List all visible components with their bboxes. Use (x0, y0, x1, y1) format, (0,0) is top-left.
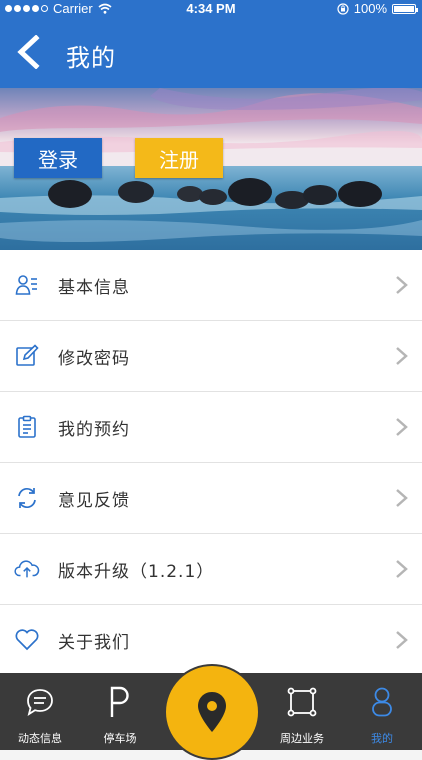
menu-label: 关于我们 (58, 632, 130, 653)
parking-icon (80, 685, 160, 719)
chevron-right-icon (396, 560, 408, 578)
clipboard-icon (14, 414, 40, 440)
profile-banner: 登录 注册 (0, 88, 422, 250)
menu-label: 意见反馈 (58, 490, 130, 511)
register-button[interactable]: 注册 (135, 138, 223, 178)
edit-icon (14, 343, 40, 369)
menu-item-change-password[interactable]: 修改密码 (0, 321, 422, 392)
tab-parking[interactable]: 停车场 (80, 673, 160, 750)
rotation-lock-icon (337, 2, 349, 15)
menu-item-feedback[interactable]: 意见反馈 (0, 463, 422, 534)
battery-icon (392, 3, 418, 14)
menu-label: 版本升级（1.2.1） (58, 561, 215, 582)
menu-item-version-upgrade[interactable]: 版本升级（1.2.1） (0, 534, 422, 605)
cloud-upload-icon (14, 556, 40, 582)
menu-label: 基本信息 (58, 277, 130, 298)
navigation-bar: 我的 (0, 18, 422, 88)
chevron-left-icon (17, 35, 40, 69)
tab-news[interactable]: 动态信息 (0, 673, 80, 750)
tab-label: 我的 (371, 732, 393, 745)
login-button[interactable]: 登录 (14, 138, 102, 178)
chevron-right-icon (396, 418, 408, 436)
user-info-icon (14, 272, 40, 298)
back-button[interactable] (8, 32, 48, 72)
page-title: 我的 (66, 44, 116, 72)
menu-label: 修改密码 (58, 348, 130, 369)
chevron-right-icon (396, 347, 408, 365)
tab-label: 停车场 (103, 732, 137, 745)
tab-label: 周边业务 (280, 732, 324, 745)
tab-label: 动态信息 (18, 732, 62, 745)
chevron-right-icon (396, 276, 408, 294)
location-pin-icon (198, 692, 226, 732)
menu-item-basic-info[interactable]: 基本信息 (0, 250, 422, 321)
tab-me[interactable]: 我的 (342, 673, 422, 750)
menu-label: 我的预约 (58, 419, 130, 440)
center-location-button[interactable] (164, 664, 260, 760)
menu-item-my-reservations[interactable]: 我的预约 (0, 392, 422, 463)
status-right: 100% (337, 1, 418, 16)
heart-icon (14, 627, 40, 653)
chevron-right-icon (396, 489, 408, 507)
square-nodes-icon (262, 685, 342, 719)
settings-menu: 基本信息 修改密码 我的预约 意见反馈 版本升级（1.2.1） 关于我们 (0, 250, 422, 676)
refresh-icon (14, 485, 40, 511)
status-bar: Carrier 4:34 PM 100% (0, 0, 422, 18)
battery-percent: 100% (353, 1, 387, 16)
chevron-right-icon (396, 631, 408, 649)
tab-nearby-services[interactable]: 周边业务 (262, 673, 342, 750)
chat-bubble-icon (0, 685, 80, 719)
person-icon (342, 685, 422, 719)
